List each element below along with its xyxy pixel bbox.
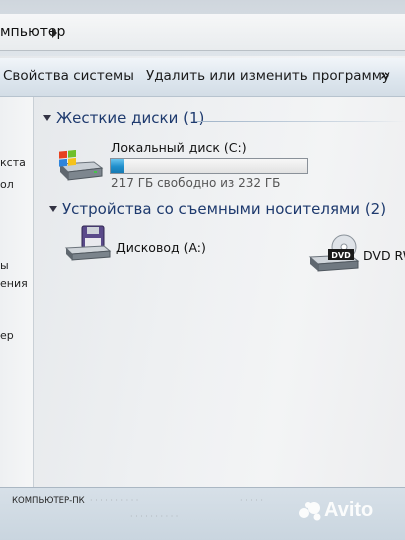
drive-c-usage-bar	[110, 158, 308, 174]
windows-drive-icon[interactable]	[56, 150, 106, 182]
floppy-drive-icon[interactable]	[64, 224, 112, 262]
nav-item[interactable]: ер	[0, 329, 14, 342]
more-commands-button[interactable]: »	[380, 66, 390, 84]
breadcrumb-arrow-icon[interactable]	[52, 28, 57, 38]
drive-c-usage-fill	[111, 159, 124, 173]
nav-item[interactable]: ы	[0, 259, 9, 272]
avito-watermark: Avito	[298, 499, 373, 525]
navigation-pane: кста ол ы ения ер	[0, 97, 34, 487]
blurred-detail: · · · · ·	[240, 496, 263, 505]
nav-item[interactable]: ения	[0, 277, 28, 290]
blurred-detail: · · · · · · · · · ·	[90, 496, 139, 505]
dvd-badge: DVD	[331, 251, 351, 260]
collapse-arrow-icon[interactable]	[43, 115, 51, 121]
collapse-arrow-icon[interactable]	[49, 206, 57, 212]
computer-name: КОМПЬЮТЕР-ПК	[12, 496, 85, 506]
floppy-drive-label[interactable]: Дисковод (A:)	[116, 240, 206, 255]
command-toolbar: Свойства системы Удалить или изменить пр…	[0, 58, 405, 97]
nav-item[interactable]: кста	[0, 156, 26, 169]
blurred-detail: · · · · · · · · · ·	[130, 512, 179, 521]
system-properties-button[interactable]: Свойства системы	[3, 68, 134, 84]
group-header-removable[interactable]: Устройства со съемными носителями (2)	[62, 200, 386, 218]
group-divider	[195, 121, 405, 122]
dvd-drive-icon[interactable]: DVD	[308, 233, 360, 273]
group-header-hard-drives[interactable]: Жесткие диски (1)	[56, 109, 204, 127]
drive-c-label[interactable]: Локальный диск (C:)	[111, 140, 247, 155]
dvd-drive-label[interactable]: DVD RW	[363, 248, 405, 263]
nav-item[interactable]: ол	[0, 178, 14, 191]
address-bar-area: мпьютер	[0, 0, 405, 56]
explorer-window: мпьютер Свойства системы Удалить или изм…	[0, 0, 405, 540]
avito-logo-icon	[299, 502, 321, 521]
uninstall-program-button[interactable]: Удалить или изменить программу	[146, 68, 390, 84]
avito-text: Avito	[324, 499, 374, 521]
drive-c-free-space: 217 ГБ свободно из 232 ГБ	[111, 176, 281, 190]
